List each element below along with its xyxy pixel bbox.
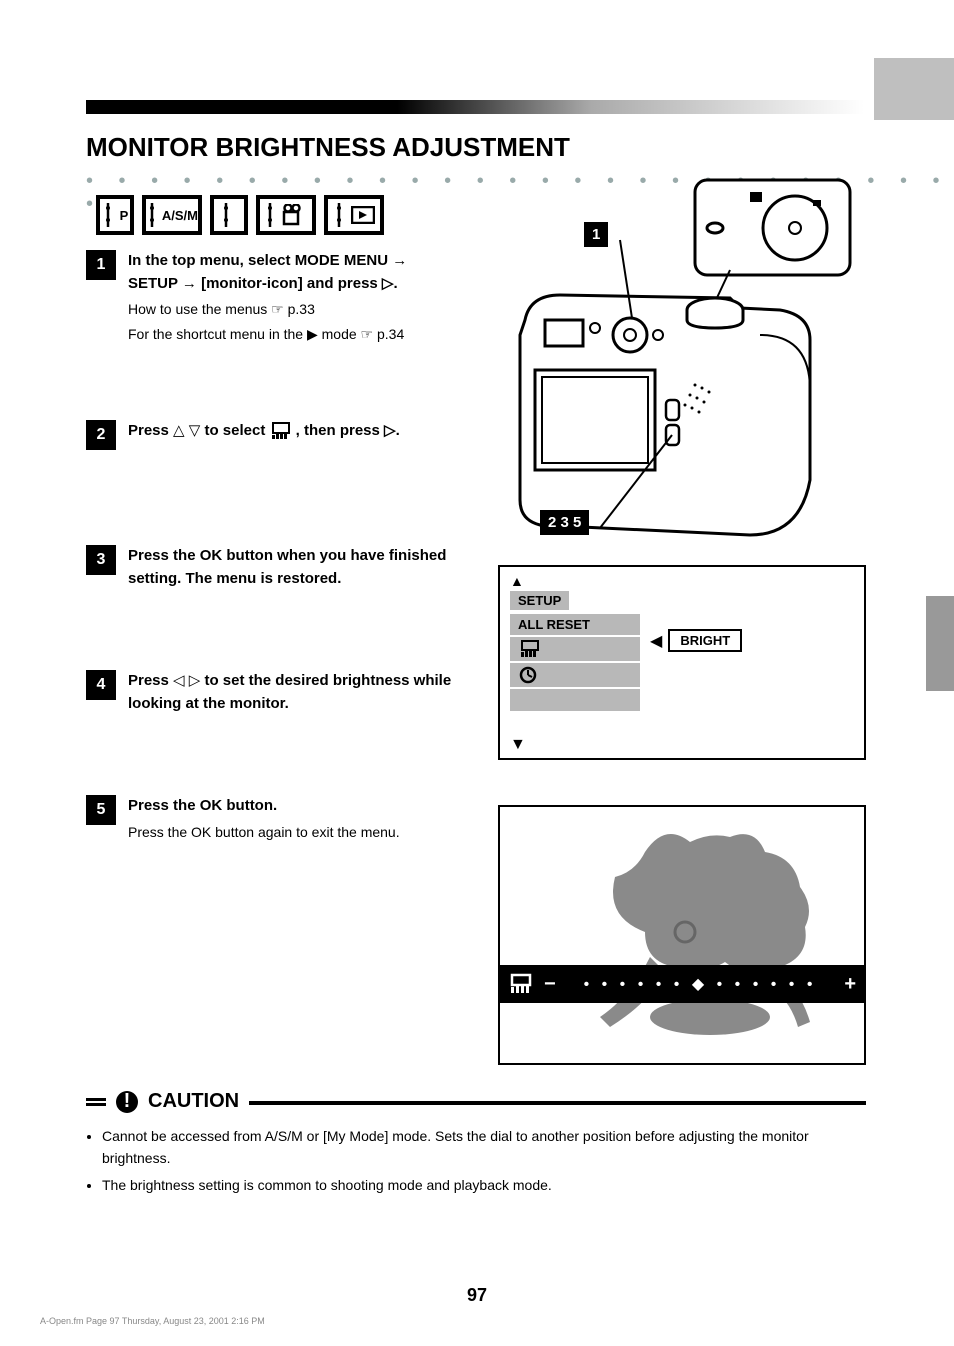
step-number: 1 [86, 250, 116, 280]
menu-arrow-up: ▲ [510, 573, 854, 589]
step-text: Press the OK button. [128, 797, 277, 814]
setup-menu-figure: ▲ SETUP ALL RESET ◀ BRIGHT ▼ [498, 565, 866, 760]
mode-play-icon [324, 195, 384, 235]
caution-item-1: Cannot be accessed from A/S/M or [My Mod… [102, 1125, 866, 1170]
menu-value: BRIGHT [668, 629, 742, 652]
step-number: 2 [86, 420, 116, 450]
left-arrow-icon: ◀ [650, 631, 662, 651]
step-text: Press ◁ ▷ to set the desired brightness … [128, 672, 451, 712]
step-text: Press △ ▽ to select , then press ▷. [128, 422, 400, 439]
step-1: 1 In the top menu, select MODE MENU → SE… [86, 250, 456, 345]
step-3: 3 Press the OK button when you have fini… [86, 545, 456, 590]
playback-icon [351, 206, 375, 224]
step-5: 5 Press the OK button. Press the OK butt… [86, 795, 456, 843]
step-number: 4 [86, 670, 116, 700]
callout-bottom: 2 3 5 [540, 510, 589, 535]
menu-item-empty [510, 689, 640, 711]
page-number: 97 [0, 1285, 954, 1306]
caution-block: ! CAUTION Cannot be accessed from A/S/M … [86, 1090, 866, 1210]
brightness-slider: • • • • • • ◆ • • • • • • [566, 974, 835, 994]
monitor-brightness-icon [508, 973, 534, 995]
mode-asm-icon: A/S/M [142, 195, 202, 235]
menu-item-datetime [510, 663, 640, 687]
mode-icon-row: P A/S/M [96, 195, 384, 235]
mode-my-icon [210, 195, 248, 235]
plus-icon: + [844, 973, 856, 996]
brightness-bar: − • • • • • • ◆ • • • • • • + [500, 965, 864, 1003]
step-text: Press the OK button when you have finish… [128, 545, 456, 590]
caution-bars-icon [86, 1096, 106, 1108]
chapter-side-tab [926, 596, 954, 691]
page-side-tab [874, 58, 954, 120]
clock-icon [518, 666, 538, 684]
caution-item-2: The brightness setting is common to shoo… [102, 1174, 866, 1196]
menu-tab-setup: SETUP [510, 591, 569, 610]
menu-arrow-down: ▼ [510, 736, 526, 754]
step-text: In the top menu, select MODE MENU → SETU… [128, 252, 407, 292]
movie-icon [282, 204, 308, 226]
mode-p-icon: P [96, 195, 134, 235]
footer-metadata: A-Open.fm Page 97 Thursday, August 23, 2… [40, 1316, 265, 1326]
mode-movie-icon [256, 195, 316, 235]
step-number: 5 [86, 795, 116, 825]
step-sub2: For the shortcut menu in the ▶ mode ☞ p.… [128, 324, 456, 345]
step-number: 3 [86, 545, 116, 575]
camera-illustration: 1 2 3 5 [500, 170, 865, 540]
menu-item-allreset: ALL RESET [510, 614, 640, 635]
callout-top: 1 [584, 222, 608, 247]
page-title: MONITOR BRIGHTNESS ADJUSTMENT [86, 132, 570, 163]
caution-exclamation-icon: ! [116, 1091, 138, 1113]
gradient-divider [86, 100, 864, 114]
monitor-brightness-icon [270, 422, 292, 440]
minus-icon: − [544, 973, 556, 996]
menu-value-selector: ◀ BRIGHT [650, 629, 742, 652]
step-4: 4 Press ◁ ▷ to set the desired brightnes… [86, 670, 456, 715]
step-sub: Press the OK button again to exit the me… [128, 822, 456, 843]
caution-rule [249, 1101, 866, 1105]
brightness-preview-figure: − • • • • • • ◆ • • • • • • + [498, 805, 866, 1065]
monitor-brightness-icon [518, 640, 542, 658]
menu-item-monitor [510, 637, 640, 661]
step-sub: How to use the menus ☞ p.33 [128, 299, 456, 320]
step-2: 2 Press △ ▽ to select , then press ▷. [86, 420, 456, 450]
caution-heading: CAUTION [148, 1090, 239, 1113]
